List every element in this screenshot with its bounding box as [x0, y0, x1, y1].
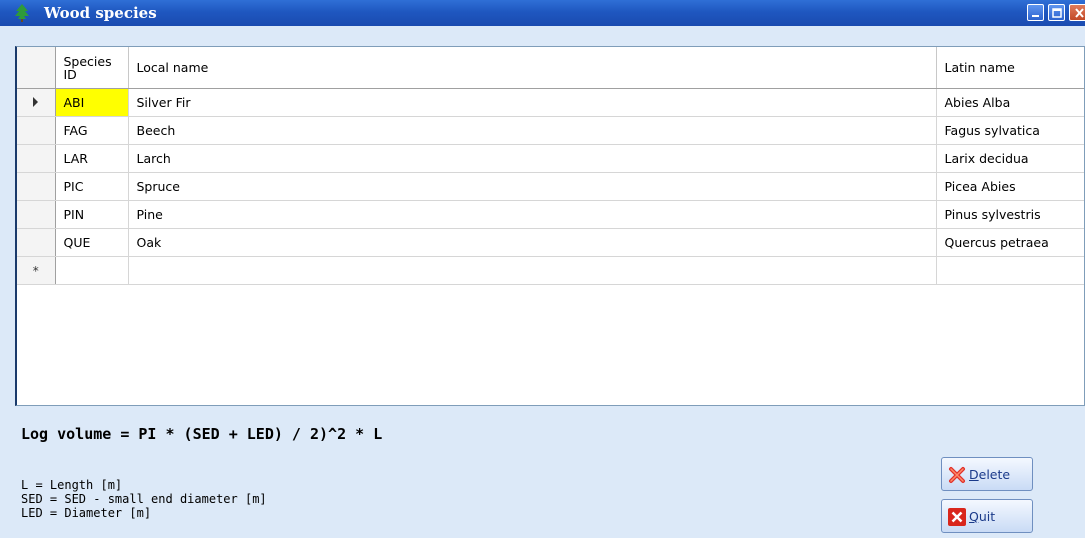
row-selector[interactable]: * [17, 256, 56, 285]
table-row[interactable]: PIN Pine Pinus sylvestris [17, 200, 1084, 229]
latin-name-cell[interactable]: Abies Alba [936, 88, 1084, 117]
current-row-arrow-icon [33, 97, 39, 107]
quit-icon [948, 508, 966, 526]
species-id-cell[interactable]: FAG [55, 116, 129, 145]
local-name-cell[interactable]: Spruce [128, 172, 937, 201]
delete-button[interactable]: Delete [941, 457, 1033, 491]
species-id-cell[interactable]: LAR [55, 144, 129, 173]
latin-name-cell[interactable]: Fagus sylvatica [936, 116, 1084, 145]
table-row[interactable]: ABI Silver Fir Abies Alba [17, 88, 1084, 117]
latin-name-cell[interactable]: Larix decidua [936, 144, 1084, 173]
legend-line: L = Length [m] [21, 478, 123, 492]
delete-x-icon [948, 466, 966, 484]
maximize-button[interactable] [1048, 4, 1065, 21]
local-name-cell[interactable]: Silver Fir [128, 88, 937, 117]
quit-button[interactable]: Quit [941, 499, 1033, 533]
new-row[interactable]: * [17, 256, 1084, 285]
local-name-cell[interactable] [128, 256, 937, 285]
species-id-cell[interactable]: ABI [55, 88, 129, 117]
latin-name-cell[interactable]: Quercus petraea [936, 228, 1084, 257]
close-button[interactable] [1069, 4, 1085, 21]
grid-header-row: Species ID Local name Latin name [17, 47, 1084, 89]
latin-name-cell[interactable]: Pinus sylvestris [936, 200, 1084, 229]
column-header-local-name[interactable]: Local name [128, 47, 937, 89]
delete-label: Delete [969, 467, 1011, 482]
quit-label: Quit [969, 509, 996, 524]
table-row[interactable]: QUE Oak Quercus petraea [17, 228, 1084, 257]
column-header-latin-name[interactable]: Latin name [936, 47, 1084, 89]
column-header-species-id[interactable]: Species ID [55, 47, 129, 89]
table-row[interactable]: PIC Spruce Picea Abies [17, 172, 1084, 201]
row-selector[interactable] [17, 144, 56, 173]
wood-species-window: Wood species Species ID Local name Latin… [0, 0, 1085, 538]
tree-icon [14, 4, 30, 22]
new-row-marker-icon: * [32, 264, 39, 278]
minimize-button[interactable] [1027, 4, 1044, 21]
title-bar[interactable]: Wood species [0, 0, 1085, 26]
local-name-cell[interactable]: Pine [128, 200, 937, 229]
legend-line: LED = Diameter [m] [21, 506, 152, 520]
local-name-cell[interactable]: Beech [128, 116, 937, 145]
species-id-cell[interactable]: QUE [55, 228, 129, 257]
row-selector[interactable] [17, 200, 56, 229]
row-selector-header[interactable] [17, 47, 56, 89]
latin-name-cell[interactable] [936, 256, 1084, 285]
table-row[interactable]: FAG Beech Fagus sylvatica [17, 116, 1084, 145]
latin-name-cell[interactable]: Picea Abies [936, 172, 1084, 201]
local-name-cell[interactable]: Oak [128, 228, 937, 257]
row-selector[interactable] [17, 172, 56, 201]
table-row[interactable]: LAR Larch Larix decidua [17, 144, 1084, 173]
local-name-cell[interactable]: Larch [128, 144, 937, 173]
formula-legend: L = Length [m] SED = SED - small end dia… [21, 478, 267, 520]
row-selector[interactable] [17, 88, 56, 117]
species-id-cell[interactable]: PIC [55, 172, 129, 201]
species-id-cell[interactable]: PIN [55, 200, 129, 229]
species-grid[interactable]: Species ID Local name Latin name ABI Sil… [15, 46, 1085, 406]
row-selector[interactable] [17, 228, 56, 257]
log-volume-formula: Log volume = PI * (SED + LED) / 2)^2 * L [21, 425, 383, 443]
window-title: Wood species [44, 4, 157, 22]
species-id-cell[interactable] [55, 256, 129, 285]
legend-line: SED = SED - small end diameter [m] [21, 492, 267, 506]
row-selector[interactable] [17, 116, 56, 145]
